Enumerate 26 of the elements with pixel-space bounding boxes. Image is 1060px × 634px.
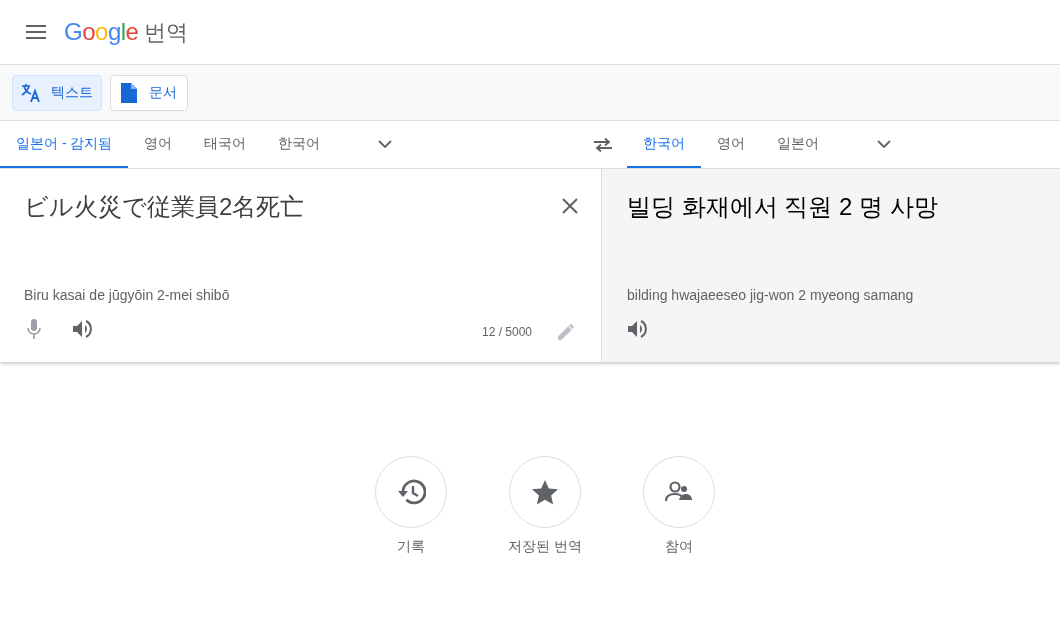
action-label[interactable]: 저장된 번역 [508,536,582,557]
language-tab[interactable]: 태국어 [188,121,263,168]
translated-text: 빌딩 화재에서 직원 2 명 사망 [627,192,938,222]
language-tab[interactable]: 한국어 [262,121,337,168]
action-label[interactable]: 참여 [665,536,693,557]
source-text[interactable]: ビル火災で従業員2名死亡 [24,189,305,225]
character-count: 12 / 5000 [482,324,533,341]
action-label[interactable]: 기록 [397,536,425,557]
mode-tab[interactable]: 문서 [110,74,188,111]
star-icon [532,479,558,505]
language-tab[interactable]: 일본어 [761,121,835,168]
people-icon [665,481,693,503]
speaker-icon[interactable] [628,320,648,338]
romanization: bilding hwajaeeseo jig-won 2 myeong samang [627,286,914,305]
mode-tab[interactable]: 텍스트 [12,74,102,111]
clear-icon[interactable] [560,196,580,216]
product-name: 번역 [144,18,189,47]
romanization: Biru kasai de jūgyōin 2-mei shibō [24,286,230,305]
translate-icon [21,82,41,103]
logo[interactable]: Google [64,14,139,50]
language-tab[interactable]: 영어 [128,121,189,168]
history-icon [396,478,426,506]
speaker-icon[interactable] [73,320,93,338]
microphone-icon[interactable] [27,319,41,339]
document-icon [121,82,137,103]
language-tab[interactable]: 영어 [701,121,761,168]
